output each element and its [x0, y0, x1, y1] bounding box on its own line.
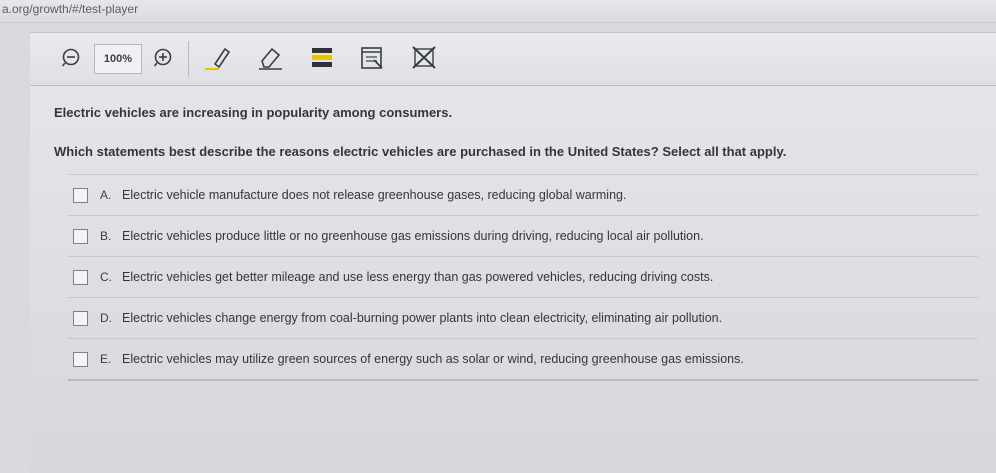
- option-text: Electric vehicles change energy from coa…: [122, 311, 723, 325]
- cross-out-icon: [412, 46, 436, 69]
- answer-options: A. Electric vehicle manufacture does not…: [68, 174, 978, 381]
- checkbox[interactable]: [73, 310, 88, 326]
- checkbox[interactable]: [73, 269, 88, 285]
- eraser-tool-button[interactable]: [254, 43, 288, 73]
- test-player-toolbar: 100%: [30, 32, 996, 87]
- notepad-tool-button[interactable]: [356, 43, 388, 73]
- zoom-in-icon: [153, 48, 172, 67]
- option-text: Electric vehicles get better mileage and…: [122, 270, 714, 284]
- highlighter-tool-button[interactable]: [306, 43, 338, 73]
- option-letter: A.: [100, 188, 112, 202]
- notepad-icon: [361, 47, 383, 69]
- question-panel: Electric vehicles are increasing in popu…: [30, 86, 996, 473]
- pencil-tool-button[interactable]: [200, 43, 236, 73]
- checkbox[interactable]: [73, 187, 88, 203]
- pencil-icon: [205, 47, 231, 71]
- checkbox[interactable]: [73, 351, 88, 367]
- question-prompt: Which statements best describe the reaso…: [54, 144, 787, 159]
- answer-option-b[interactable]: B. Electric vehicles produce little or n…: [68, 215, 978, 256]
- highlighter-icon: [312, 48, 332, 67]
- option-text: Electric vehicles may utilize green sour…: [122, 352, 744, 366]
- option-letter: D.: [100, 311, 112, 325]
- zoom-out-button[interactable]: [58, 43, 84, 73]
- answer-eliminator-button[interactable]: [408, 43, 440, 73]
- option-text: Electric vehicles produce little or no g…: [122, 229, 704, 243]
- zoom-in-button[interactable]: [150, 43, 176, 73]
- checkbox[interactable]: [73, 228, 88, 244]
- answer-option-d[interactable]: D. Electric vehicles change energy from …: [68, 297, 978, 338]
- eraser-icon: [259, 47, 282, 70]
- option-letter: B.: [100, 229, 112, 243]
- option-text: Electric vehicle manufacture does not re…: [122, 188, 627, 202]
- zoom-out-icon: [61, 48, 80, 67]
- browser-address-bar[interactable]: a.org/growth/#/test-player: [0, 0, 996, 23]
- url-text[interactable]: a.org/growth/#/test-player: [2, 2, 138, 16]
- answer-option-c[interactable]: C. Electric vehicles get better mileage …: [68, 256, 978, 297]
- answer-option-e[interactable]: E. Electric vehicles may utilize green s…: [68, 338, 978, 381]
- question-stem: Electric vehicles are increasing in popu…: [54, 105, 453, 120]
- zoom-level: 100%: [94, 44, 142, 74]
- option-letter: E.: [100, 352, 112, 366]
- option-letter: C.: [100, 270, 112, 284]
- answer-option-a[interactable]: A. Electric vehicle manufacture does not…: [68, 174, 978, 215]
- toolbar-divider: [188, 41, 189, 77]
